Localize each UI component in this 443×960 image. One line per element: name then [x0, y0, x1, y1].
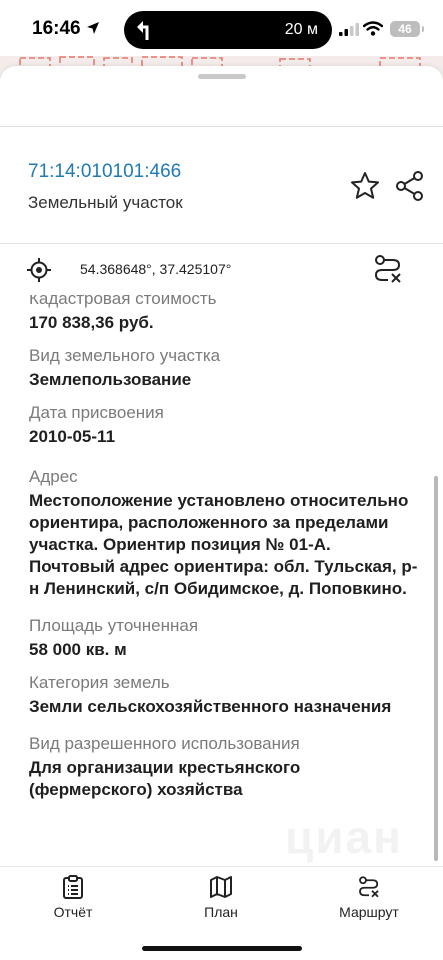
field-label: Категория земель [29, 673, 170, 692]
tab-route[interactable]: Маршрут [314, 875, 424, 920]
scrollbar[interactable] [434, 476, 438, 861]
clipboard-icon [63, 875, 83, 899]
field-label: Вид земельного участка [29, 346, 221, 365]
location-arrow-icon [87, 22, 99, 34]
field-address: Адрес Местоположение установлено относит… [29, 466, 419, 600]
field-label: Кадастровая стоимость [29, 295, 217, 308]
sheet-grabber-handle[interactable] [198, 74, 246, 79]
cadastral-number-link[interactable]: 71:14:010101:466 [28, 161, 183, 183]
field-value: Местоположение установлено относительно … [29, 491, 418, 598]
details-scroll-area[interactable]: Кадастровая стоимость 170 838,36 руб. Ви… [0, 295, 443, 866]
crosshair-icon [27, 258, 51, 282]
coordinates-text[interactable]: 54.368648°, 37.425107° [80, 261, 231, 277]
cellular-signal-icon [339, 23, 359, 36]
status-time: 16:46 [32, 18, 81, 39]
cian-watermark: циан [285, 811, 403, 863]
field-area: Площадь уточненная 58 000 кв. м [29, 615, 419, 661]
field-value: 58 000 кв. м [29, 640, 127, 659]
map-icon [210, 876, 232, 898]
tab-report-label: Отчёт [53, 904, 93, 920]
coordinates-row[interactable]: 54.368648°, 37.425107° [0, 244, 443, 294]
details-fields-list: Кадастровая стоимость 170 838,36 руб. Ви… [29, 295, 419, 812]
favorite-star-icon[interactable] [349, 170, 381, 202]
field-value: Для организации крестьянского (фермерско… [29, 758, 301, 799]
navigation-pill[interactable]: 20 м [124, 11, 332, 49]
tab-route-label: Маршрут [339, 904, 399, 920]
wifi-icon [363, 21, 383, 36]
field-label: Дата присвоения [29, 403, 164, 422]
route-icon[interactable] [372, 254, 404, 284]
parcel-header: 71:14:010101:466 Земельный участок [28, 161, 183, 213]
field-land-category: Категория земель Земли сельскохозяйствен… [29, 672, 419, 718]
field-label: Адрес [29, 467, 78, 486]
bottom-navigation: Отчёт План Маршрут [0, 866, 443, 960]
field-value: 170 838,36 руб. [29, 313, 154, 332]
tab-plan[interactable]: План [166, 875, 276, 920]
status-bar: 16:46 20 м 46 [0, 0, 443, 58]
parcel-details-sheet: 71:14:010101:466 Земельный участок 54.36… [0, 66, 443, 866]
tab-report[interactable]: Отчёт [18, 875, 128, 920]
navigation-distance: 20 м [284, 21, 318, 38]
field-assignment-date: Дата присвоения 2010-05-11 [29, 402, 419, 448]
field-label: Площадь уточненная [29, 616, 199, 635]
battery-indicator: 46 [390, 21, 424, 37]
field-label: Вид разрешенного использования [29, 734, 300, 753]
field-value: Землепользование [29, 370, 192, 389]
turn-left-icon [137, 21, 149, 40]
field-cadastral-value: Кадастровая стоимость 170 838,36 руб. [29, 295, 419, 334]
field-value: Земли сельскохозяйственного назначения [29, 697, 392, 716]
field-value: 2010-05-11 [29, 427, 116, 446]
divider [0, 126, 443, 127]
share-icon[interactable] [394, 170, 426, 202]
route-icon [359, 876, 379, 898]
field-permitted-use: Вид разрешенного использования Для орган… [29, 733, 419, 801]
tab-plan-label: План [204, 904, 238, 920]
home-indicator[interactable] [142, 946, 302, 951]
object-type-label: Земельный участок [28, 193, 183, 212]
field-land-kind: Вид земельного участка Землепользование [29, 345, 419, 391]
